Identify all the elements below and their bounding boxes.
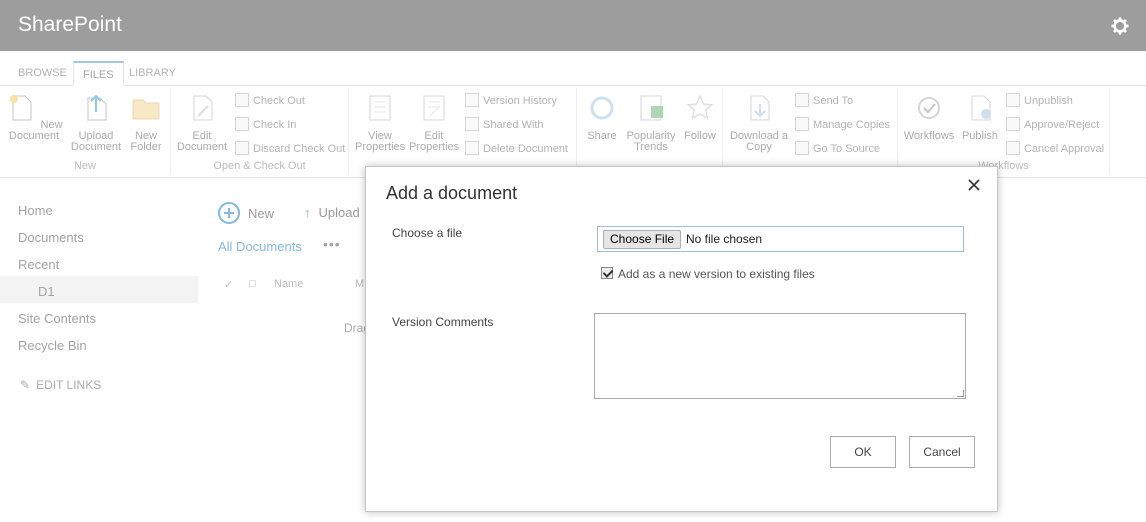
add-as-new-version-checkbox[interactable]: [601, 267, 613, 279]
dialog-title: Add a document: [386, 183, 518, 203]
choose-file-label: Choose a file: [392, 226, 463, 240]
choose-file-button[interactable]: Choose File: [603, 230, 682, 249]
ok-button[interactable]: OK: [830, 436, 896, 468]
version-comments-textarea[interactable]: [594, 313, 966, 399]
version-comments-label: Version Comments: [392, 315, 494, 329]
close-icon: [968, 179, 980, 191]
no-file-text: No file chosen: [686, 232, 763, 246]
file-input[interactable]: Choose File No file chosen: [597, 226, 964, 252]
close-button[interactable]: [967, 178, 983, 194]
add-as-new-version-label[interactable]: Add as a new version to existing files: [618, 267, 815, 281]
add-document-dialog: Add a document Choose a file Choose File…: [365, 166, 998, 512]
cancel-button[interactable]: Cancel: [909, 436, 975, 468]
